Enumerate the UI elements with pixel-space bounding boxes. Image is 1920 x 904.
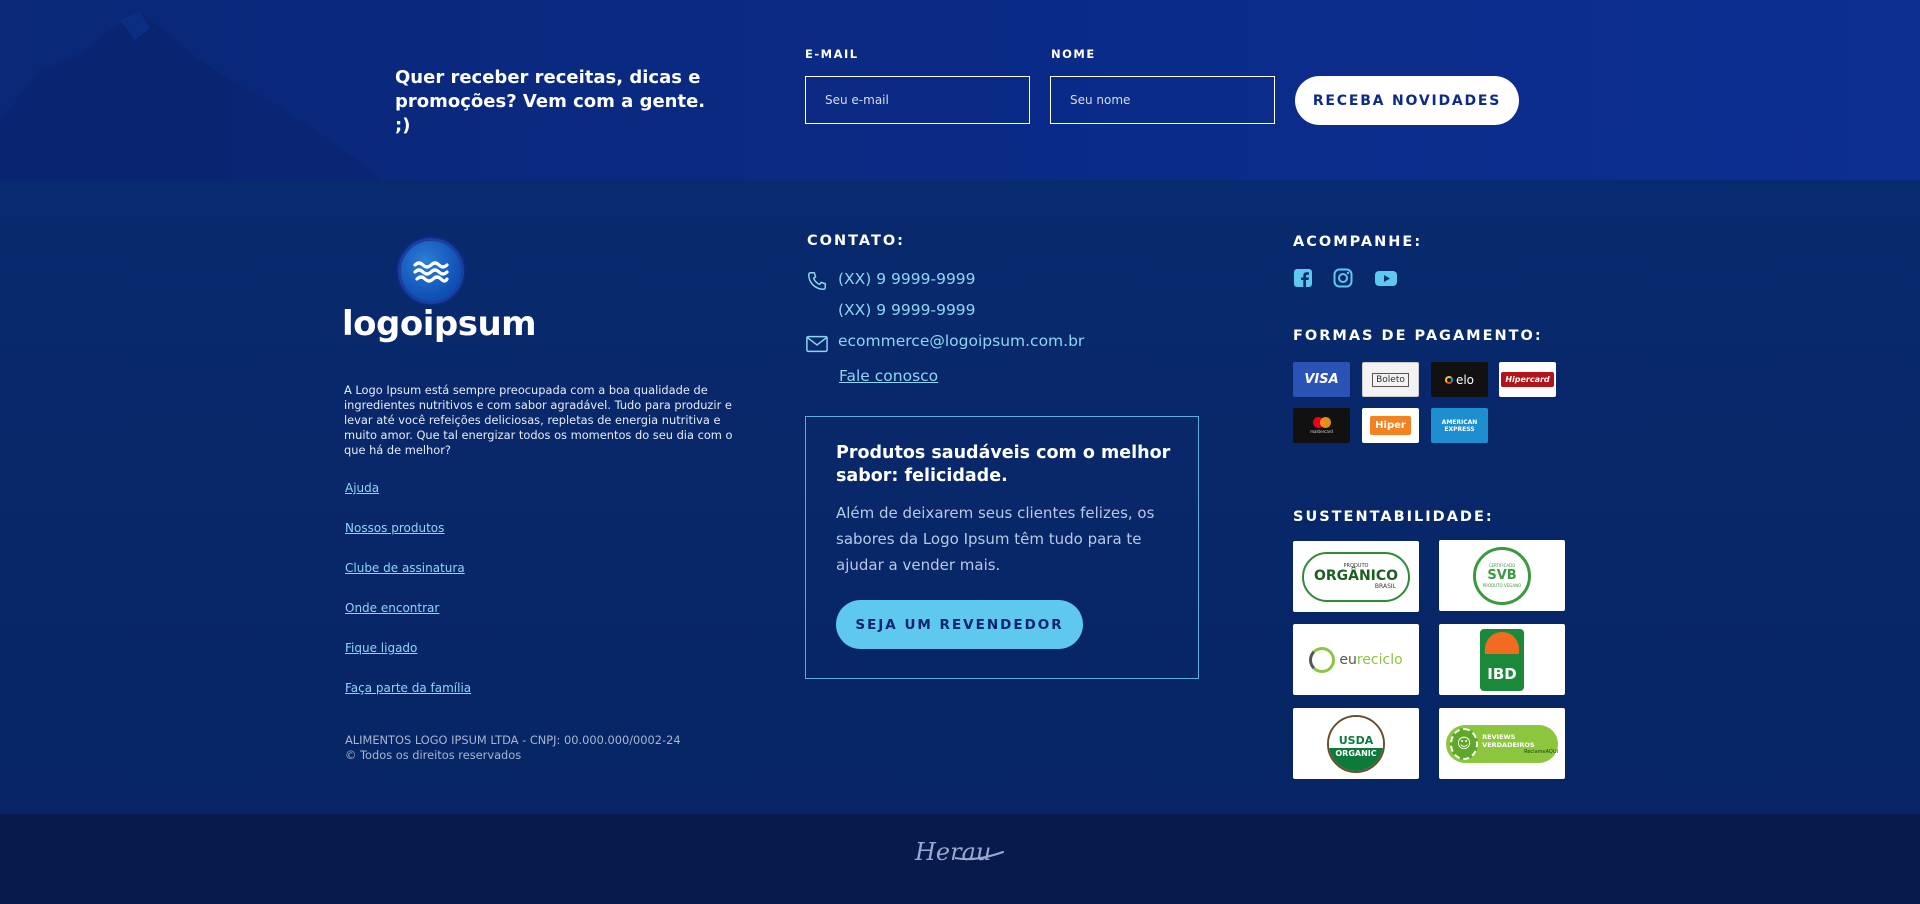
payments-title: FORMAS DE PAGAMENTO: — [1293, 328, 1543, 344]
link-onde-encontrar[interactable]: Onde encontrar — [345, 600, 471, 640]
logo-text[interactable]: logoipsum — [342, 304, 537, 344]
legal-info: ALIMENTOS LOGO IPSUM LTDA - CNPJ: 00.000… — [345, 733, 681, 763]
subscribe-button[interactable]: RECEBA NOVIDADES — [1295, 76, 1519, 125]
seal-reviews-verdadeiros: ☺ REVIEWS VERDADEIROS ReclameAQUI — [1439, 708, 1565, 779]
link-fique-ligado[interactable]: Fique ligado — [345, 640, 471, 680]
email-field[interactable] — [805, 76, 1030, 124]
contact-title: CONTATO: — [807, 233, 905, 249]
amex-badge: AMERICAN EXPRESS — [1431, 408, 1488, 443]
seal-usda-organic: USDA ORGANIC — [1293, 708, 1419, 779]
name-label: NOME — [1051, 47, 1096, 61]
contact-email[interactable]: ecommerce@logoipsum.com.br — [838, 332, 1084, 350]
company-info: ALIMENTOS LOGO IPSUM LTDA - CNPJ: 00.000… — [345, 733, 681, 747]
footer-links: Ajuda Nossos produtos Clube de assinatur… — [345, 480, 471, 720]
usda-icon: USDA ORGANIC — [1327, 714, 1385, 773]
name-field[interactable] — [1050, 76, 1275, 124]
hiper-badge: Hiper — [1362, 408, 1419, 443]
fale-conosco-link[interactable]: Fale conosco — [839, 367, 938, 385]
mastercard-icon — [1312, 417, 1331, 428]
ibd-icon: IBD — [1480, 628, 1524, 691]
eureciclo-icon — [1309, 646, 1336, 673]
social-title: ACOMPANHE: — [1293, 234, 1423, 250]
organico-brasil-icon: PRODUTO ORGÂNICO BRASIL — [1302, 551, 1410, 602]
reseller-title: Produtos saudáveis com o melhor sabor: f… — [836, 443, 1171, 486]
reseller-button[interactable]: SEJA UM REVENDEDOR — [836, 600, 1083, 649]
newsletter-section: Quer receber receitas, dicas e promoções… — [0, 0, 1920, 180]
elo-badge: elo — [1431, 362, 1488, 397]
vegano-icon: CERTIFICADO SVB PRODUTO VEGANO — [1473, 546, 1531, 605]
amex-label: AMERICAN EXPRESS — [1441, 418, 1478, 433]
about-text: A Logo Ipsum está sempre preocupada com … — [344, 383, 733, 457]
facebook-icon[interactable] — [1293, 268, 1313, 288]
hiper-label: Hiper — [1370, 416, 1411, 435]
reseller-card: Produtos saudáveis com o melhor sabor: f… — [805, 416, 1199, 679]
phone-icon — [808, 272, 826, 290]
copyright: © Todos os direitos reservados — [345, 748, 522, 762]
reviews-icon: ☺ REVIEWS VERDADEIROS ReclameAQUI — [1446, 724, 1558, 763]
boleto-label: Boleto — [1372, 372, 1409, 387]
phone-2[interactable]: (XX) 9 9999-9999 — [838, 301, 976, 319]
mastercard-label: mastercard — [1310, 429, 1333, 434]
hipercard-badge: Hipercard — [1499, 362, 1556, 397]
mastercard-badge: mastercard — [1293, 408, 1350, 443]
visa-badge: VISA — [1293, 362, 1350, 397]
phone-1[interactable]: (XX) 9 9999-9999 — [838, 270, 976, 288]
instagram-icon[interactable] — [1333, 268, 1353, 288]
hipercard-label: Hipercard — [1501, 372, 1554, 387]
youtube-icon[interactable] — [1374, 268, 1398, 288]
link-nossos-produtos[interactable]: Nossos produtos — [345, 520, 471, 560]
visa-label: VISA — [1304, 372, 1339, 387]
waves-icon — [413, 261, 449, 283]
seal-produto-vegano: CERTIFICADO SVB PRODUTO VEGANO — [1439, 540, 1565, 611]
link-faca-parte[interactable]: Faça parte da família — [345, 680, 471, 720]
mountain-decoration — [0, 12, 380, 180]
link-clube-assinatura[interactable]: Clube de assinatura — [345, 560, 471, 600]
seal-organico-brasil: PRODUTO ORGÂNICO BRASIL — [1293, 541, 1419, 612]
sustainability-title: SUSTENTABILIDADE: — [1293, 509, 1494, 525]
mail-icon — [806, 335, 828, 353]
elo-icon — [1444, 375, 1453, 384]
reseller-text: Além de deixarem seus clientes felizes, … — [836, 504, 1155, 574]
boleto-badge: Boleto — [1362, 362, 1419, 397]
seal-eureciclo: eu reciclo — [1293, 624, 1419, 695]
newsletter-title: Quer receber receitas, dicas e promoções… — [395, 67, 706, 136]
elo-label: elo — [1455, 372, 1475, 387]
seal-ibd: IBD — [1439, 624, 1565, 695]
signature-swoosh-icon — [955, 851, 1004, 861]
logo-icon — [398, 238, 464, 304]
email-label: E-MAIL — [805, 47, 859, 61]
link-ajuda[interactable]: Ajuda — [345, 480, 471, 520]
